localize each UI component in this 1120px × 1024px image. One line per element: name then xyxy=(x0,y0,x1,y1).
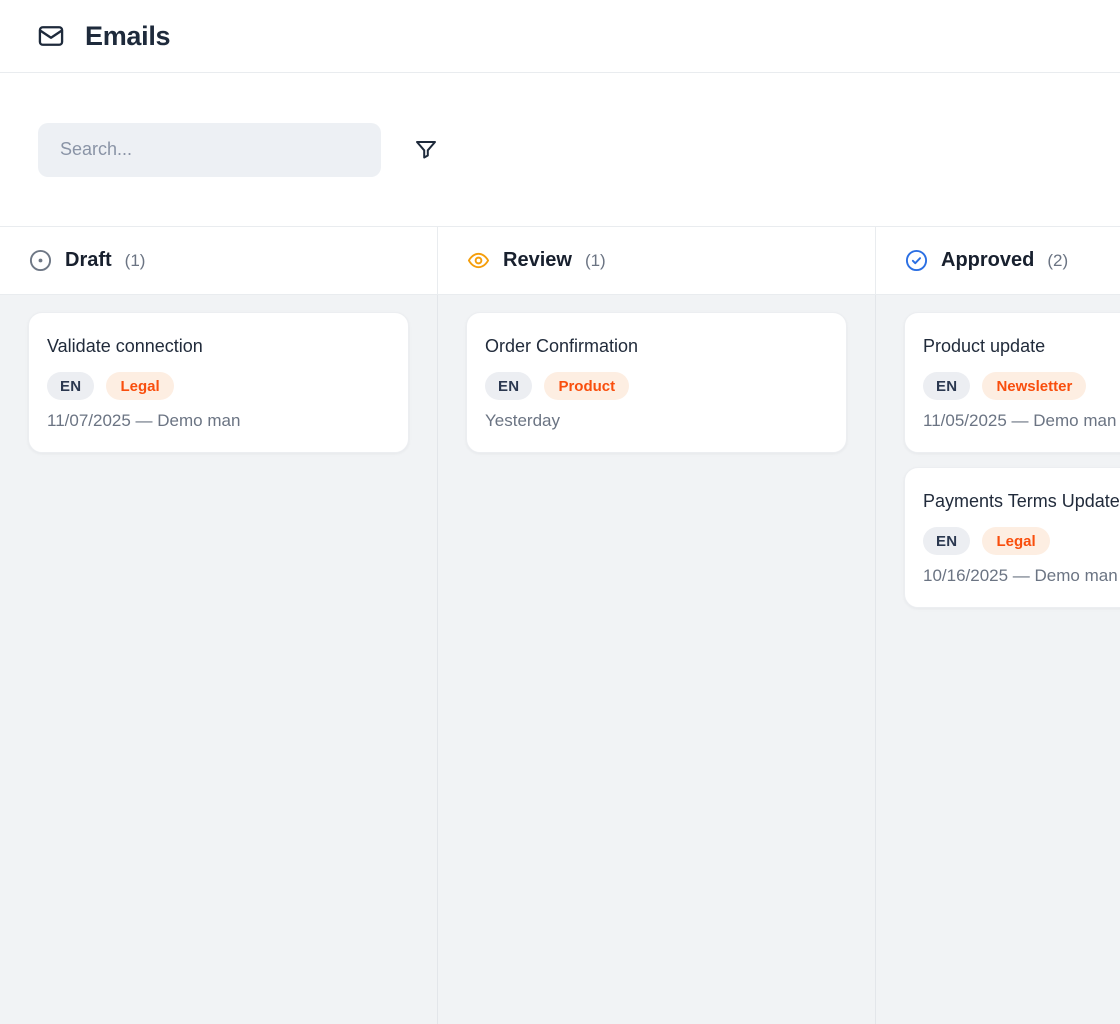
column-header-review: Review (1) xyxy=(438,227,876,295)
column-count: (1) xyxy=(125,251,146,271)
card-meta: 10/16/2025 — Demo man xyxy=(923,566,1120,586)
category-badge: Product xyxy=(544,372,629,400)
category-badge: Legal xyxy=(982,527,1049,555)
badge-row: EN Legal xyxy=(923,527,1120,555)
mail-icon xyxy=(36,22,66,50)
card-title: Order Confirmation xyxy=(485,336,828,357)
emails-page: Emails Draft (1) Review (1) xyxy=(0,0,1120,1024)
card-meta: 11/05/2025 — Demo man xyxy=(923,411,1120,431)
card-title: Product update xyxy=(923,336,1120,357)
board-column-headers: Draft (1) Review (1) Approved (2) xyxy=(0,227,1120,295)
page-header: Emails xyxy=(0,0,1120,73)
email-card[interactable]: Product update EN Newsletter 11/05/2025 … xyxy=(904,312,1120,453)
search-input[interactable] xyxy=(38,123,381,177)
language-badge: EN xyxy=(47,372,94,400)
column-approved: Product update EN Newsletter 11/05/2025 … xyxy=(876,295,1120,1024)
column-review: Order Confirmation EN Product Yesterday xyxy=(438,295,876,1024)
filter-icon xyxy=(414,138,438,162)
card-meta: 11/07/2025 — Demo man xyxy=(47,411,390,431)
column-header-approved: Approved (2) xyxy=(876,227,1120,295)
email-card[interactable]: Payments Terms Update EN Legal 10/16/202… xyxy=(904,467,1120,608)
circle-dot-icon xyxy=(29,249,52,272)
card-meta: Yesterday xyxy=(485,411,828,431)
eye-icon xyxy=(467,249,490,272)
column-draft: Validate connection EN Legal 11/07/2025 … xyxy=(0,295,438,1024)
category-badge: Legal xyxy=(106,372,173,400)
toolbar xyxy=(0,73,1120,227)
filter-button[interactable] xyxy=(403,127,449,173)
card-title: Payments Terms Update xyxy=(923,491,1120,512)
badge-row: EN Legal xyxy=(47,372,390,400)
language-badge: EN xyxy=(485,372,532,400)
column-label: Draft xyxy=(65,249,112,272)
language-badge: EN xyxy=(923,527,970,555)
column-label: Review xyxy=(503,249,572,272)
email-card[interactable]: Validate connection EN Legal 11/07/2025 … xyxy=(28,312,409,453)
language-badge: EN xyxy=(923,372,970,400)
column-count: (1) xyxy=(585,251,606,271)
category-badge: Newsletter xyxy=(982,372,1086,400)
badge-row: EN Newsletter xyxy=(923,372,1120,400)
page-title: Emails xyxy=(85,21,170,52)
column-header-draft: Draft (1) xyxy=(0,227,438,295)
column-label: Approved xyxy=(941,249,1034,272)
email-card[interactable]: Order Confirmation EN Product Yesterday xyxy=(466,312,847,453)
kanban-board: Validate connection EN Legal 11/07/2025 … xyxy=(0,295,1120,1024)
card-title: Validate connection xyxy=(47,336,390,357)
column-count: (2) xyxy=(1047,251,1068,271)
circle-check-icon xyxy=(905,249,928,272)
badge-row: EN Product xyxy=(485,372,828,400)
